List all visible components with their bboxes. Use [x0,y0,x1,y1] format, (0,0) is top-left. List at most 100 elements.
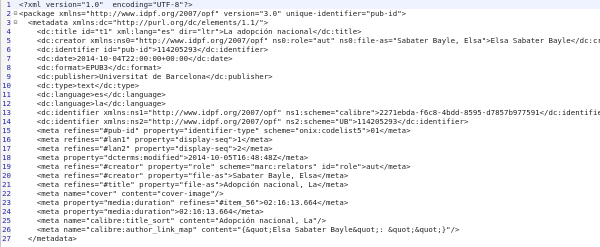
fold-marker [12,108,19,117]
line-number: 2 [1,9,11,18]
code-line-1[interactable]: 1 <?xml version="1.0" encoding="UTF-8"?> [1,0,600,9]
code-line-2[interactable]: 2 ⊟ <package xmlns="http://www.idpf.org/… [1,9,600,18]
collapse-toggle-icon[interactable]: ⊟ [12,18,19,27]
code-text[interactable]: <dc:language>la</dc:language> [19,99,166,108]
code-line-12[interactable]: 12 <dc:language>la</dc:language> [1,99,600,108]
fold-marker [12,153,19,162]
code-line-18[interactable]: 18 <meta property="dcterms:modified">201… [1,153,600,162]
code-line-10[interactable]: 10 <dc:type>text</dc:type> [1,81,600,90]
code-text[interactable]: <meta refines="#pub-id" property="identi… [19,126,411,135]
fold-marker [12,234,19,243]
code-text[interactable]: <meta name="cover" content="cover-image"… [19,189,224,198]
fold-marker [12,54,19,63]
code-text[interactable]: <dc:identifier xmlns:ns2="http://www.idp… [19,117,469,126]
code-line-7[interactable]: 7 <dc:date>2014-10-04T22:00:00+00:00</dc… [1,54,600,63]
code-line-21[interactable]: 21 <meta refines="#title" property="file… [1,180,600,189]
collapse-toggle-icon[interactable]: ⊟ [12,9,19,18]
fold-marker [12,63,19,72]
code-text[interactable]: <meta property="media:duration">02:16:13… [19,207,264,216]
code-text[interactable]: <dc:language>es</dc:language> [19,90,166,99]
code-line-15[interactable]: 15 <meta refines="#pub-id" property="ide… [1,126,600,135]
code-text[interactable]: <dc:creator xmlns:ns0="http://www.idpf.o… [19,36,600,45]
code-text[interactable]: </metadata> [19,234,77,243]
code-text[interactable]: <metadata xmlns:dc="http://purl.org/dc/e… [19,18,268,27]
code-text[interactable]: <meta name="calibre:author_link_map" con… [19,225,460,234]
code-line-3[interactable]: 3 ⊟ <metadata xmlns:dc="http://purl.org/… [1,18,600,27]
code-text[interactable]: <meta property="media:duration" refines=… [19,198,348,207]
code-text[interactable]: <dc:identifier id="pub-id">114205293</dc… [19,45,268,54]
code-line-22[interactable]: 22 <meta name="cover" content="cover-ima… [1,189,600,198]
code-line-13[interactable]: 13 <dc:identifier xmlns:ns1="http://www.… [1,108,600,117]
line-number: 16 [1,135,11,144]
fold-marker [12,180,19,189]
fold-marker [12,45,19,54]
line-number: 15 [1,126,11,135]
code-text[interactable]: <meta refines="#creator" property="file-… [19,171,348,180]
fold-marker [12,198,19,207]
code-line-26[interactable]: 26 <meta name="calibre:author_link_map" … [1,225,600,234]
code-line-9[interactable]: 9 <dc:publisher>Universitat de Barcelona… [1,72,600,81]
code-line-4[interactable]: 4 <dc:title id="t1" xml:lang="es" dir="l… [1,27,600,36]
code-line-19[interactable]: 19 <meta refines="#creator" property="ro… [1,162,600,171]
line-number: 20 [1,171,11,180]
line-number: 9 [1,72,11,81]
code-text[interactable]: <dc:format>EPUB3</dc:format> [19,63,162,72]
code-text[interactable]: <package xmlns="http://www.idpf.org/2007… [19,9,406,18]
line-number: 1 [1,0,11,9]
code-line-6[interactable]: 6 <dc:identifier id="pub-id">114205293</… [1,45,600,54]
line-number: 14 [1,117,11,126]
fold-marker [12,144,19,153]
code-line-23[interactable]: 23 <meta property="media:duration" refin… [1,198,600,207]
line-number: 12 [1,99,11,108]
line-number: 6 [1,45,11,54]
fold-marker [12,99,19,108]
fold-marker [12,72,19,81]
fold-marker [12,171,19,180]
code-text[interactable]: <dc:publisher>Universitat de Barcelona</… [19,72,273,81]
line-number: 8 [1,63,11,72]
xml-editor[interactable]: 1 <?xml version="1.0" encoding="UTF-8"?>… [0,0,600,247]
line-number: 26 [1,225,11,234]
line-number: 13 [1,108,11,117]
code-line-24[interactable]: 24 <meta property="media:duration">02:16… [1,207,600,216]
fold-marker [12,0,19,9]
code-text[interactable]: <meta name="calibre:title_sort" content=… [19,216,326,225]
line-number: 23 [1,198,11,207]
code-text[interactable]: <meta property="dcterms:modified">2014-1… [19,153,308,162]
code-line-16[interactable]: 16 <meta refines="#lan1" property="displ… [1,135,600,144]
line-number: 11 [1,90,11,99]
fold-marker [12,27,19,36]
code-line-20[interactable]: 20 <meta refines="#creator" property="fi… [1,171,600,180]
fold-marker [12,216,19,225]
fold-marker [12,207,19,216]
fold-marker [12,90,19,99]
code-text[interactable]: <dc:title id="t1" xml:lang="es" dir="ltr… [19,27,362,36]
code-text[interactable]: <meta refines="#lan1" property="display-… [19,135,273,144]
code-line-27[interactable]: 27 </metadata> [1,234,600,243]
code-text[interactable]: <meta refines="#title" property="file-as… [19,180,348,189]
line-number: 21 [1,180,11,189]
code-line-8[interactable]: 8 <dc:format>EPUB3</dc:format> [1,63,600,72]
code-text[interactable]: <dc:date>2014-10-04T22:00:00+00:00</dc:d… [19,54,233,63]
code-line-14[interactable]: 14 <dc:identifier xmlns:ns2="http://www.… [1,117,600,126]
code-line-11[interactable]: 11 <dc:language>es</dc:language> [1,90,600,99]
code-text[interactable]: <meta refines="#lan2" property="display-… [19,144,273,153]
code-line-25[interactable]: 25 <meta name="calibre:title_sort" conte… [1,216,600,225]
code-line-17[interactable]: 17 <meta refines="#lan2" property="displ… [1,144,600,153]
line-number: 5 [1,36,11,45]
fold-marker [12,117,19,126]
code-text[interactable]: <dc:type>text</dc:type> [19,81,139,90]
line-number: 27 [1,234,11,243]
code-text[interactable]: <dc:identifier xmlns:ns1="http://www.idp… [19,108,600,117]
line-number: 18 [1,153,11,162]
line-number: 7 [1,54,11,63]
line-number: 24 [1,207,11,216]
line-number: 10 [1,81,11,90]
code-line-5[interactable]: 5 <dc:creator xmlns:ns0="http://www.idpf… [1,36,600,45]
line-number: 25 [1,216,11,225]
line-number: 22 [1,189,11,198]
line-number: 4 [1,27,11,36]
code-text[interactable]: <?xml version="1.0" encoding="UTF-8"?> [19,0,193,9]
code-text[interactable]: <meta refines="#creator" property="role"… [19,162,411,171]
fold-marker [12,36,19,45]
